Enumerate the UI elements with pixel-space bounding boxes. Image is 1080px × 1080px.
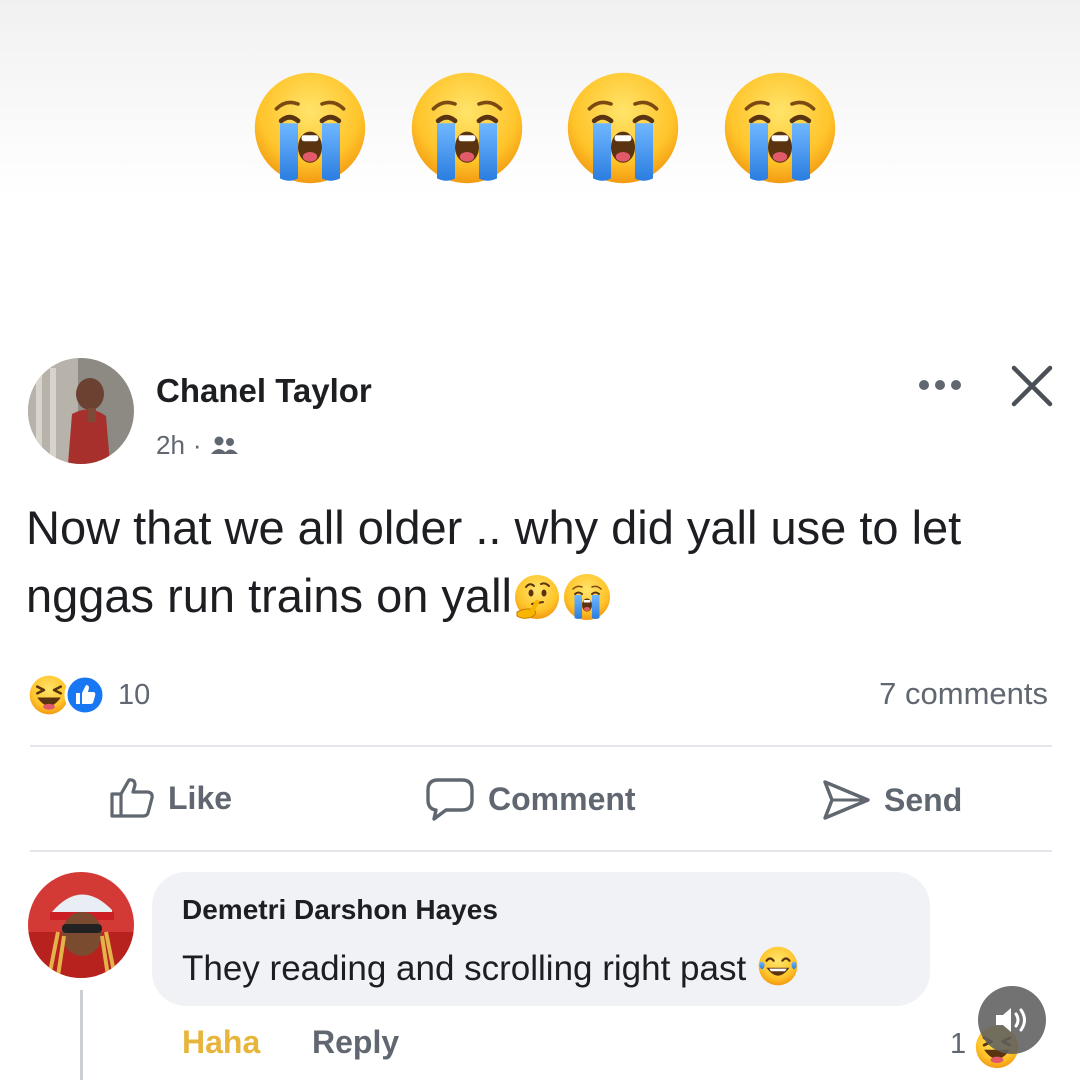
post-author-name[interactable]: Chanel Taylor: [156, 372, 372, 410]
comments-count-link[interactable]: 7 comments: [879, 676, 1048, 712]
reactions-summary[interactable]: 10: [28, 674, 150, 716]
comment-thread-line: [80, 990, 83, 1080]
post-meta: 2h ·: [156, 430, 240, 461]
post-body: Now that we all older .. why did yall us…: [26, 501, 962, 622]
more-options-icon[interactable]: [916, 370, 964, 400]
haha-reaction-link[interactable]: Haha: [182, 1024, 260, 1061]
comment-bubble-icon: [426, 778, 474, 821]
comment-body: They reading and scrolling right past: [182, 949, 747, 988]
send-icon: [823, 780, 870, 820]
comment-reaction-count: 1: [950, 1028, 967, 1060]
header-emoji-row: [250, 68, 840, 190]
loudly-crying-face-icon: [720, 68, 840, 188]
friends-icon: [210, 436, 238, 454]
commenter-name[interactable]: Demetri Darshon Hayes: [182, 894, 498, 926]
close-icon[interactable]: [1008, 362, 1056, 410]
thinking-face-icon: [512, 572, 562, 622]
reply-link[interactable]: Reply: [312, 1024, 399, 1061]
like-reaction-icon: [64, 674, 106, 716]
meta-separator: ·: [192, 430, 202, 460]
loudly-crying-face-icon: [562, 572, 612, 622]
reaction-count: 10: [118, 678, 151, 711]
divider-bottom: [30, 850, 1052, 852]
like-label: Like: [168, 779, 233, 816]
comment-label: Comment: [488, 780, 636, 817]
sound-toggle-button[interactable]: [978, 986, 1046, 1054]
loudly-crying-face-icon: [250, 68, 370, 188]
face-with-tears-of-joy-icon: [756, 944, 800, 988]
send-button[interactable]: Send: [820, 776, 962, 824]
divider-top: [30, 745, 1052, 747]
like-button[interactable]: Like: [108, 776, 232, 820]
loudly-crying-face-icon: [563, 68, 683, 188]
post-author-avatar[interactable]: [28, 358, 134, 464]
loudly-crying-face-icon: [407, 68, 527, 188]
speaker-icon: [996, 1008, 1026, 1032]
thumbs-up-icon: [110, 778, 154, 818]
post-time[interactable]: 2h: [156, 430, 185, 461]
comment-button[interactable]: Comment: [424, 776, 636, 822]
post-text: Now that we all older .. why did yall us…: [26, 494, 1066, 630]
comment-text: They reading and scrolling right past: [182, 944, 800, 989]
send-label: Send: [884, 781, 963, 818]
commenter-avatar[interactable]: [28, 872, 134, 978]
